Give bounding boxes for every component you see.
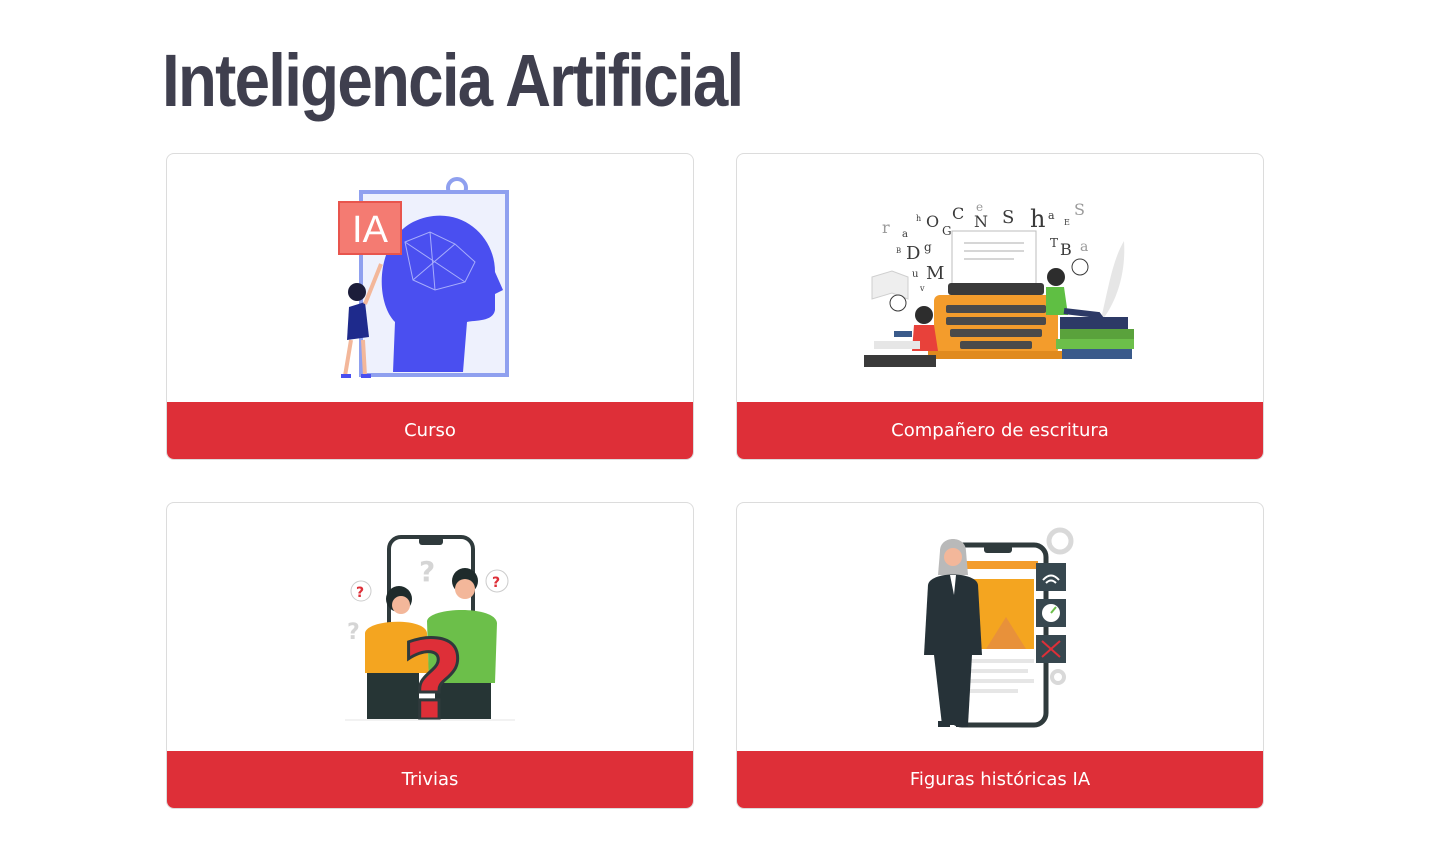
svg-text:S: S [1074,200,1085,219]
svg-text:N: N [974,212,988,231]
page-title: Inteligencia Artificial [162,39,744,122]
svg-text:r: r [882,218,890,237]
card-companero-escritura[interactable]: r a h O G C e N S h a E S D g M T B a u [736,153,1264,460]
svg-text:a: a [1080,239,1088,255]
card-curso[interactable]: IA Curso [166,153,694,460]
svg-text:D: D [906,243,920,264]
typewriter-illustration: r a h O G C e N S h a E S D g M T B a u [737,154,1263,404]
historic-figure-phone-illustration [737,503,1263,753]
trivias-button[interactable]: Trivias [167,751,693,808]
svg-text:C: C [952,204,964,223]
svg-text:?: ? [401,617,465,723]
companero-escritura-button[interactable]: Compañero de escritura [737,402,1263,459]
curso-button[interactable]: Curso [167,402,693,459]
svg-text:h: h [916,214,921,223]
svg-text:O: O [926,212,939,231]
svg-text:S: S [1002,207,1014,228]
svg-text:G: G [942,224,952,238]
svg-text:E: E [1064,218,1070,227]
svg-text:u: u [912,269,919,280]
ai-head-illustration: IA [167,154,693,404]
svg-text:h: h [1030,205,1045,233]
card-trivias[interactable]: ? ? ? ? ? Trivias [166,502,694,809]
svg-text:?: ? [419,555,435,588]
svg-text:v: v [919,284,925,293]
svg-text:T: T [1050,236,1058,250]
svg-text:M: M [926,263,944,284]
svg-text:a: a [902,229,908,240]
card-figuras-historicas[interactable]: Figuras históricas IA [736,502,1264,809]
ia-badge-text: IA [352,209,389,251]
svg-text:B: B [896,247,901,255]
svg-text:?: ? [356,585,364,601]
svg-text:B: B [1060,240,1072,259]
svg-text:?: ? [492,575,500,591]
question-people-illustration: ? ? ? ? ? [167,503,693,753]
svg-text:a: a [1048,209,1055,222]
svg-text:g: g [924,240,932,254]
svg-text:?: ? [347,620,360,645]
figuras-historicas-button[interactable]: Figuras históricas IA [737,751,1263,808]
